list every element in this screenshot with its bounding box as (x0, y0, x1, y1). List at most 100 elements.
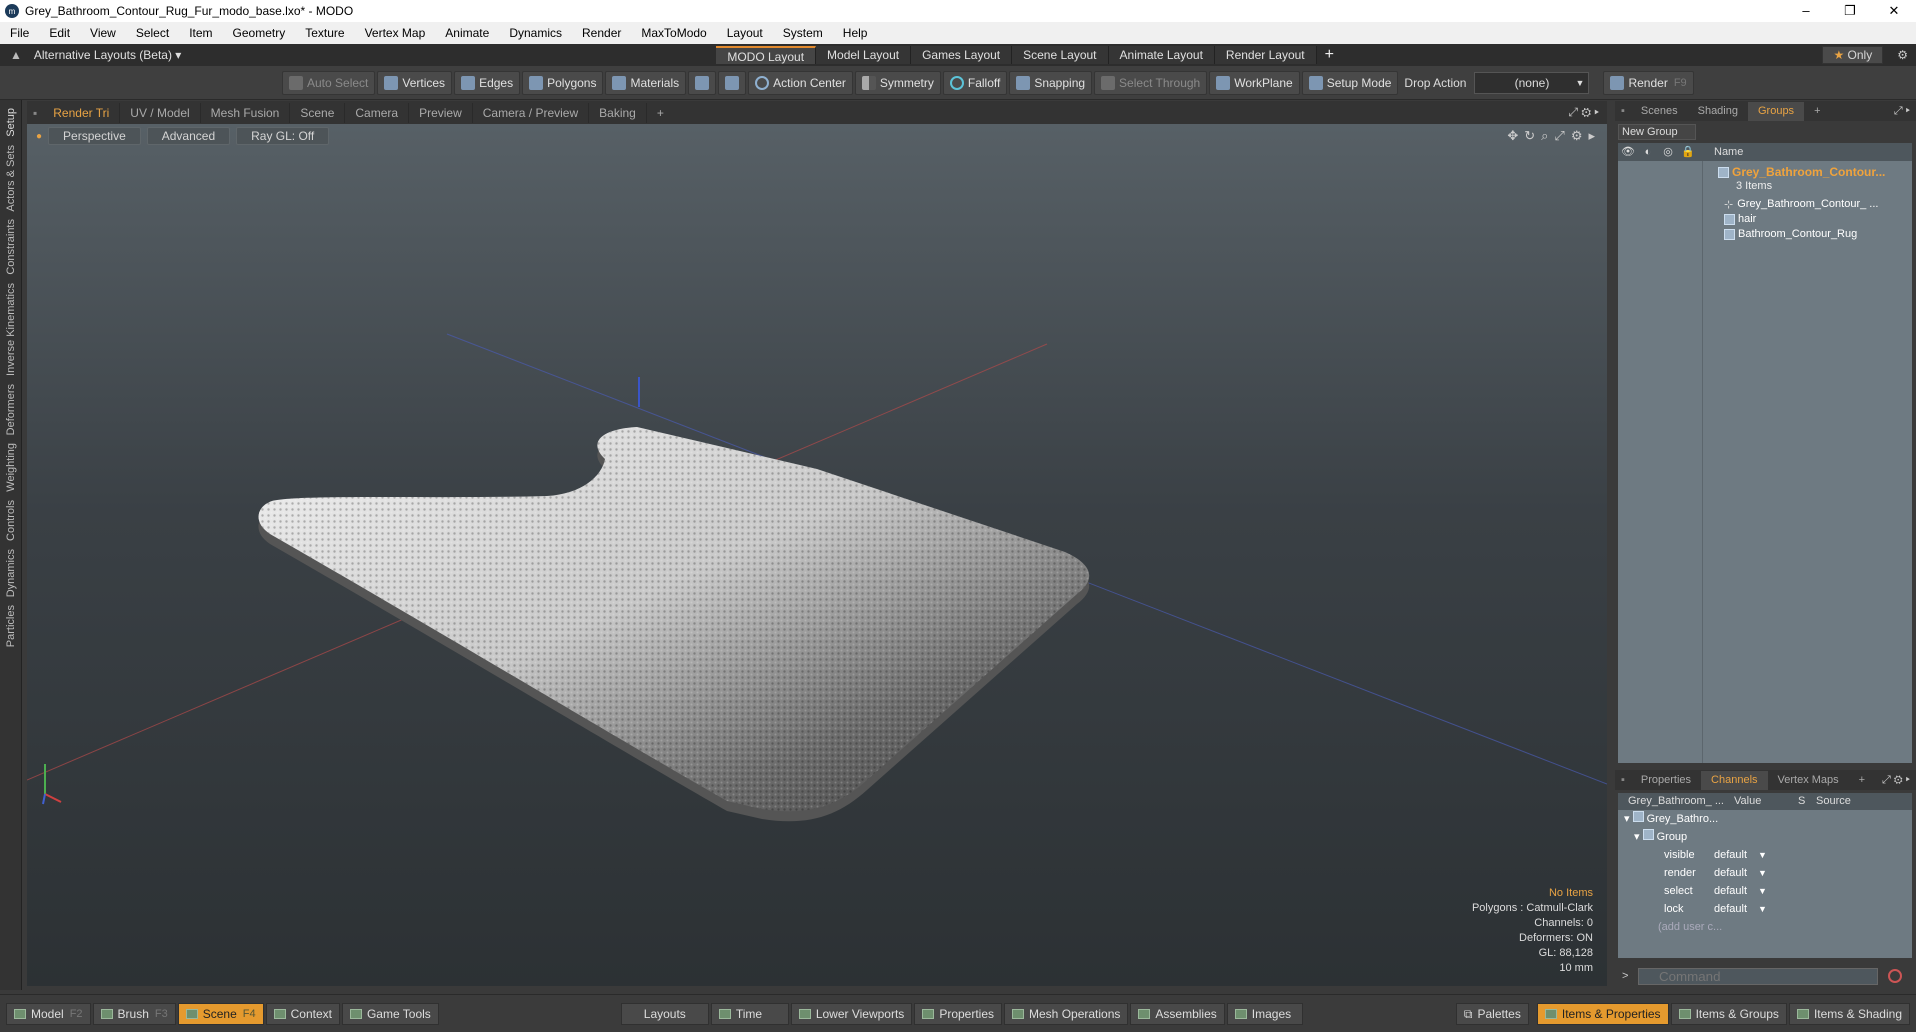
minimize-button[interactable]: – (1784, 3, 1828, 19)
images-button[interactable]: Images (1226, 1002, 1303, 1025)
tab-deformers[interactable]: Deformers (5, 384, 17, 435)
channel-value[interactable]: default (1714, 864, 1747, 882)
name-column-header[interactable]: Name (1714, 143, 1743, 161)
only-toggle[interactable]: ★ Only (1822, 46, 1884, 64)
edges-button[interactable]: Edges (454, 70, 521, 95)
vertices-button[interactable]: Vertices (377, 70, 453, 95)
lock-col-icon[interactable]: 🔒 (1678, 143, 1698, 161)
menu-help[interactable]: Help (833, 26, 878, 40)
rotate-icon[interactable]: ↻ (1524, 128, 1535, 144)
tab-setup[interactable]: Setup (5, 108, 17, 137)
symmetry-button[interactable]: Symmetry (854, 70, 941, 95)
menu-texture[interactable]: Texture (295, 26, 354, 40)
game-tools-button[interactable]: Game Tools (341, 1002, 439, 1025)
assemblies-button[interactable]: Assemblies (1130, 1002, 1225, 1025)
pan-icon[interactable]: ✥ (1507, 128, 1518, 144)
menu-dynamics[interactable]: Dynamics (499, 26, 572, 40)
raygl-dropdown[interactable]: Ray GL: Off (236, 127, 330, 145)
tab-camera[interactable]: Camera (345, 102, 410, 123)
tab-preview[interactable]: Preview (409, 102, 473, 123)
tab-inverse-kinematics[interactable]: Inverse Kinematics (5, 283, 17, 376)
channel-row-render[interactable]: render default ▼ (1618, 864, 1912, 882)
dropdown-arrow-icon[interactable]: ▼ (1758, 864, 1767, 882)
time-button[interactable]: Time (710, 1002, 789, 1025)
new-group-button[interactable]: New Group (1618, 124, 1696, 140)
tab-camera-preview[interactable]: Camera / Preview (473, 102, 590, 123)
scene-mode-button[interactable]: Scene F4 (177, 1002, 264, 1025)
palettes-button[interactable]: ⧉ Palettes (1455, 1002, 1529, 1025)
layout-selector[interactable]: Alternative Layouts (Beta) ▾ (34, 48, 181, 62)
maximize-viewport-icon[interactable]: ⤢ (1554, 128, 1564, 144)
select-col-icon[interactable]: ◎ (1658, 143, 1678, 161)
dropdown-arrow-icon[interactable]: ▼ (1758, 882, 1767, 900)
tab-scene-layout[interactable]: Scene Layout (1012, 46, 1109, 64)
tab-groups[interactable]: Groups (1747, 101, 1805, 121)
collapse-icon[interactable]: ▲ (10, 48, 22, 62)
menu-view[interactable]: View (80, 26, 126, 40)
model-mode-button[interactable]: Model F2 (6, 1002, 91, 1025)
properties-button[interactable]: Properties (914, 1002, 1003, 1025)
menu-vertex-map[interactable]: Vertex Map (355, 26, 436, 40)
polygons-button[interactable]: Polygons (522, 70, 604, 95)
tab-animate-layout[interactable]: Animate Layout (1108, 46, 1215, 64)
perspective-dropdown[interactable]: Perspective (48, 127, 141, 145)
close-button[interactable]: ✕ (1872, 3, 1916, 19)
add-channel-tab-button[interactable]: + (1849, 771, 1875, 790)
tab-properties[interactable]: Properties (1631, 771, 1701, 790)
group-child-row[interactable]: Bathroom_Contour_Rug (1724, 225, 1857, 243)
channel-name-header[interactable]: Grey_Bathroom_ ... (1618, 793, 1730, 810)
brush-mode-button[interactable]: Brush F3 (92, 1002, 176, 1025)
menu-render[interactable]: Render (572, 26, 631, 40)
dropdown-arrow-icon[interactable]: ▼ (1758, 900, 1767, 918)
tab-mesh-fusion[interactable]: Mesh Fusion (201, 102, 291, 123)
viewport-gear-icon[interactable]: ⚙ (1571, 128, 1583, 144)
mesh-operations-button[interactable]: Mesh Operations (1004, 1002, 1129, 1025)
record-icon[interactable] (1888, 969, 1902, 983)
context-button[interactable]: Context (265, 1002, 340, 1025)
viewport-menu-icon[interactable]: ▸ (1588, 128, 1595, 144)
items-groups-button[interactable]: Items & Groups (1670, 1002, 1787, 1025)
channel-row-lock[interactable]: lock default ▼ (1618, 900, 1912, 918)
add-panel-tab-button[interactable]: + (1804, 102, 1830, 121)
setup-mode-button[interactable]: Setup Mode (1301, 70, 1399, 95)
viewport-menu-icon[interactable]: ▪ (27, 106, 43, 120)
materials-button[interactable]: Materials (605, 70, 687, 95)
tab-actors-sets[interactable]: Actors & Sets (5, 145, 17, 212)
add-user-channel-row[interactable]: (add user c... (1618, 918, 1912, 936)
maximize-button[interactable]: ❐ (1828, 3, 1872, 19)
tab-particles[interactable]: Particles (5, 605, 17, 647)
panel-menu-icon[interactable]: ▪ (1615, 774, 1631, 786)
select-through-button[interactable]: Select Through (1094, 70, 1208, 95)
tab-baking[interactable]: Baking (589, 102, 647, 123)
layouts-button[interactable]: Layouts (620, 1002, 709, 1025)
snapping-button[interactable]: Snapping (1009, 70, 1093, 95)
items-shading-button[interactable]: Items & Shading (1788, 1002, 1910, 1025)
menu-geometry[interactable]: Geometry (223, 26, 296, 40)
channel-value[interactable]: default (1714, 882, 1747, 900)
command-input[interactable] (1638, 967, 1878, 985)
render-col-icon[interactable]: ◐ (1638, 143, 1658, 161)
lower-viewports-button[interactable]: Lower Viewports (790, 1002, 913, 1025)
tab-render-layout[interactable]: Render Layout (1214, 46, 1317, 64)
tab-shading[interactable]: Shading (1688, 102, 1748, 121)
menu-select[interactable]: Select (126, 26, 179, 40)
menu-animate[interactable]: Animate (435, 26, 499, 40)
tab-uv-model[interactable]: UV / Model (120, 102, 201, 123)
zoom-icon[interactable]: ⌕ (1541, 128, 1548, 144)
tab-scenes[interactable]: Scenes (1631, 102, 1688, 121)
auto-select-button[interactable]: Auto Select (282, 70, 376, 95)
render-button[interactable]: Render F9 (1603, 70, 1694, 95)
tab-render-tri[interactable]: Render Tri (43, 102, 121, 123)
menu-file[interactable]: File (0, 26, 39, 40)
channel-source-header[interactable]: Source (1812, 793, 1851, 810)
expand-icon[interactable]: ▾ (1624, 813, 1630, 825)
shading-dropdown[interactable]: Advanced (146, 127, 231, 145)
workplane-button[interactable]: WorkPlane (1209, 70, 1300, 95)
tab-weighting[interactable]: Weighting (5, 443, 17, 492)
action-center-button[interactable]: Action Center (748, 70, 853, 95)
channel-s-header[interactable]: S (1794, 793, 1812, 810)
falloff-button[interactable]: Falloff (942, 70, 1008, 95)
items-properties-button[interactable]: Items & Properties (1536, 1002, 1669, 1025)
pivot-mode-button[interactable] (718, 70, 747, 95)
channel-item-row[interactable]: ▾ Grey_Bathro... (1618, 810, 1912, 828)
